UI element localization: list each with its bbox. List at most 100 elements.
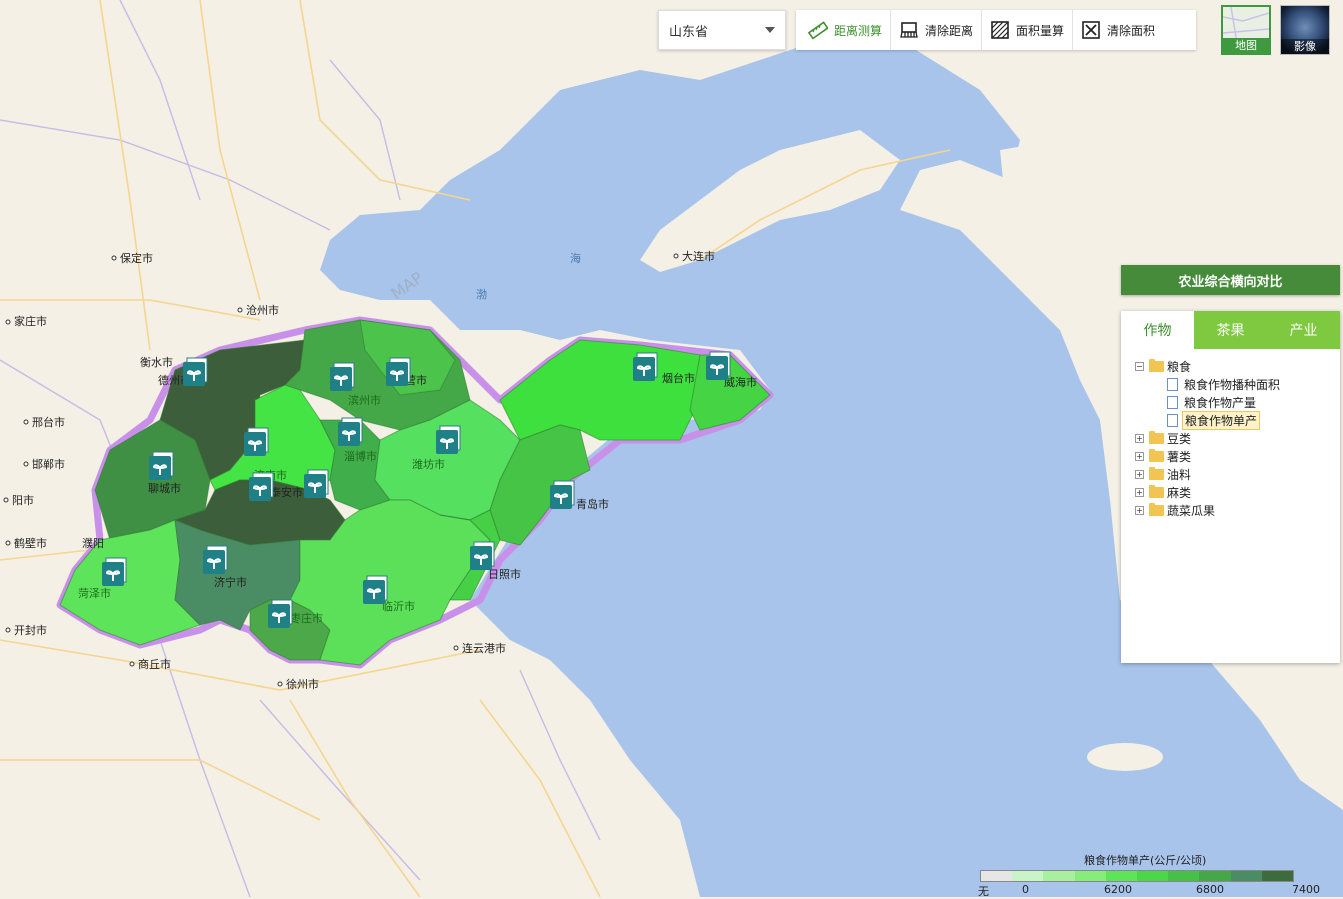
city-label: 聊城市 (148, 481, 181, 495)
folder-icon (1149, 358, 1164, 372)
marker-icon (550, 480, 575, 509)
tree-node-hemp[interactable]: + 麻类 (1135, 483, 1340, 501)
legend-tick: 6200 (1104, 883, 1132, 896)
sea-label-hai: 海 (570, 251, 581, 265)
document-icon (1167, 395, 1178, 409)
city-label: 鹤壁市 (14, 536, 47, 550)
province-select[interactable]: 山东省 (658, 10, 786, 50)
clear-area-button[interactable]: 清除面积 (1073, 10, 1163, 50)
city-label: 商丘市 (138, 657, 171, 671)
legend-swatch (1105, 871, 1137, 881)
legend-swatch (1199, 871, 1231, 881)
clear-distance-button[interactable]: 清除距离 (891, 10, 983, 50)
map-legend: 粮食作物单产(公斤/公顷) 无 0 6200 6800 7400 (978, 850, 1328, 898)
legend-swatch (1012, 871, 1044, 881)
city-label: 沧州市 (246, 303, 279, 317)
marker-icon (203, 545, 228, 574)
measure-toolbar: 距离测算 清除距离 面积量算 清除面积 (796, 10, 1196, 50)
city-label: 威海市 (724, 375, 757, 389)
city-label: 保定市 (120, 251, 153, 265)
marker-icon (102, 557, 127, 586)
expand-icon[interactable]: + (1135, 487, 1144, 497)
expand-icon[interactable]: + (1135, 505, 1144, 515)
city-label: 烟台市 (662, 371, 695, 385)
imagery-layer-label: 影像 (1281, 39, 1329, 54)
tree-node-oilseed[interactable]: + 油料 (1135, 465, 1340, 483)
document-icon (1167, 413, 1178, 427)
tree-node-beans[interactable]: + 豆类 (1135, 429, 1340, 447)
ruler-icon (808, 21, 828, 40)
marker-icon (386, 357, 411, 386)
city-label: 开封市 (14, 623, 47, 637)
document-icon (1167, 377, 1178, 391)
crop-tree: − 粮食 粮食作物播种面积 粮食作物产量 粮食作物单产 + 豆类 + 薯类 + (1121, 349, 1340, 519)
marker-icon (633, 352, 658, 381)
expand-icon[interactable]: + (1135, 451, 1144, 461)
collapse-icon[interactable]: − (1135, 361, 1144, 371)
expand-icon[interactable]: + (1135, 469, 1144, 479)
marker-icon (304, 469, 329, 498)
tree-node-grain-yield[interactable]: 粮食作物单产 (1135, 410, 1340, 430)
tree-node-grain[interactable]: − 粮食 (1135, 357, 1340, 375)
map-layer-label: 地图 (1223, 38, 1269, 53)
expand-icon[interactable]: + (1135, 433, 1144, 443)
clear-distance-label: 清除距离 (925, 23, 974, 38)
folder-icon (1149, 484, 1164, 498)
legend-swatch (981, 871, 1013, 881)
tree-node-label: 油料 (1167, 467, 1192, 482)
city-label: 潍坊市 (412, 457, 445, 471)
legend-swatch (1261, 871, 1293, 881)
tab-crops[interactable]: 作物 (1121, 311, 1194, 349)
folder-icon (1149, 448, 1164, 462)
clear-area-icon (1082, 21, 1100, 39)
chevron-down-icon (765, 27, 775, 33)
city-label: 邢台市 (32, 415, 65, 429)
legend-title: 粮食作物单产(公斤/公顷) (1084, 854, 1207, 867)
comparison-panel-title-text: 农业综合横向对比 (1178, 274, 1283, 290)
tree-node-label: 麻类 (1167, 485, 1192, 500)
legend-swatch (1230, 871, 1262, 881)
city-label: 日照市 (488, 567, 521, 581)
tree-node-grain-area[interactable]: 粮食作物播种面积 (1135, 375, 1340, 393)
folder-icon (1149, 466, 1164, 480)
tab-industry[interactable]: 产业 (1267, 311, 1340, 349)
legend-tick: 7400 (1292, 883, 1320, 896)
tree-node-label: 蔬菜瓜果 (1167, 503, 1216, 518)
city-label: 淄博市 (344, 449, 377, 463)
marker-icon (470, 541, 495, 570)
marker-icon (436, 425, 461, 454)
legend-color-bar (980, 870, 1294, 882)
city-label: 济宁市 (214, 575, 247, 589)
city-label: 临沂市 (382, 599, 415, 613)
tab-tea-fruit[interactable]: 茶果 (1194, 311, 1267, 349)
marker-icon (249, 472, 274, 501)
imagery-layer-button[interactable]: 影像 (1280, 5, 1330, 55)
legend-tick: 0 (1022, 883, 1029, 896)
city-label: 枣庄市 (290, 611, 323, 625)
distance-measure-button[interactable]: 距离测算 (800, 10, 892, 50)
tree-node-vegetables[interactable]: + 蔬菜瓜果 (1135, 501, 1340, 519)
folder-icon (1149, 502, 1164, 516)
marker-icon (268, 599, 293, 628)
area-icon (991, 21, 1009, 39)
marker-icon (330, 362, 355, 391)
tree-node-label: 粮食 (1167, 359, 1192, 374)
city-label: 菏泽市 (78, 586, 111, 600)
tree-node-label: 粮食作物单产 (1182, 410, 1261, 430)
map-layer-button[interactable]: 地图 (1221, 5, 1271, 55)
comparison-panel-title[interactable]: 农业综合横向对比 (1121, 265, 1340, 295)
tree-node-tubers[interactable]: + 薯类 (1135, 447, 1340, 465)
city-label: 连云港市 (462, 641, 506, 655)
comparison-panel: 作物 茶果 产业 − 粮食 粮食作物播种面积 粮食作物产量 粮食作物单产 + 豆… (1121, 311, 1340, 663)
legend-swatch (1136, 871, 1169, 881)
tree-node-label: 薯类 (1167, 449, 1192, 464)
distance-measure-label: 距离测算 (834, 23, 883, 38)
area-measure-button[interactable]: 面积量算 (982, 10, 1074, 50)
marker-icon (363, 575, 388, 604)
city-label: 徐州市 (286, 677, 319, 691)
sea-label-bo: 渤 (476, 288, 487, 301)
tree-node-grain-output[interactable]: 粮食作物产量 (1135, 393, 1340, 411)
city-label: 邯郸市 (32, 457, 65, 471)
province-select-value: 山东省 (669, 24, 709, 40)
city-label: 泰安市 (270, 485, 303, 499)
